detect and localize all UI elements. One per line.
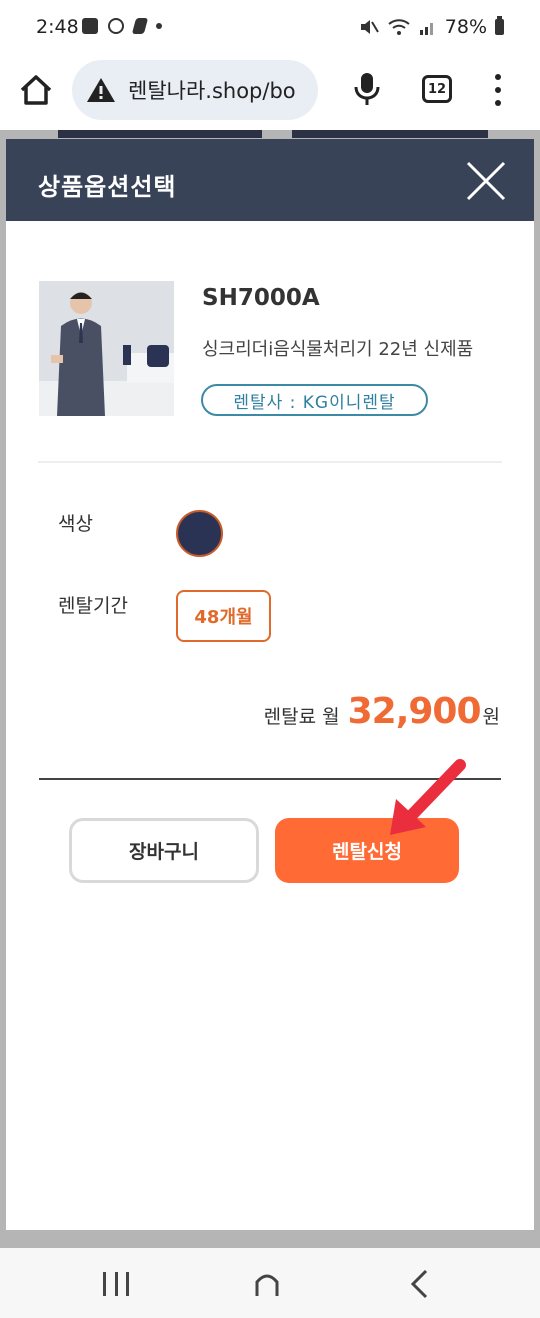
system-nav-bar <box>0 1248 540 1318</box>
back-icon[interactable] <box>404 1268 434 1300</box>
url-bar[interactable]: 렌탈나라.shop/bo <box>72 60 318 120</box>
status-right: 78% <box>359 16 504 38</box>
vendor-badge: 렌탈사 : KG이니렌탈 <box>201 384 428 416</box>
tab-switcher-button[interactable]: 12 <box>422 75 452 103</box>
option-select-modal: 상품옵션선택 SH7000A 싱크리더i음식물처리기 22년 신제품 렌탈사 :… <box>6 139 534 1230</box>
battery-percent: 78% <box>444 16 487 38</box>
product-name: SH7000A <box>202 285 320 311</box>
price-label: 렌탈료 월 <box>263 706 340 728</box>
b-app-icon <box>108 18 124 34</box>
more-menu-icon[interactable] <box>488 74 508 106</box>
battery-icon <box>495 16 504 35</box>
status-bar: 2:48 78% <box>0 0 540 56</box>
nav-home-icon[interactable] <box>253 1270 281 1298</box>
home-icon[interactable] <box>16 70 56 110</box>
product-description: 싱크리더i음식물처리기 22년 신제품 <box>202 339 474 360</box>
close-icon[interactable] <box>462 157 510 205</box>
period-option-button[interactable]: 48개월 <box>176 590 271 642</box>
product-thumbnail <box>39 281 174 416</box>
pen-icon <box>131 18 149 34</box>
period-option-label: 렌탈기간 <box>58 595 128 617</box>
background-image-strip <box>292 130 488 138</box>
background-image-strip <box>58 130 262 138</box>
mute-icon <box>360 20 379 34</box>
price-unit: 원 <box>482 706 500 728</box>
warning-icon[interactable] <box>86 76 116 104</box>
color-swatch-navy[interactable] <box>176 510 223 557</box>
signal-icon <box>419 23 433 35</box>
notification-icons <box>82 18 162 34</box>
browser-toolbar: 렌탈나라.shop/bo 12 <box>0 56 540 130</box>
microphone-icon[interactable] <box>352 71 382 107</box>
wifi-icon <box>388 19 410 35</box>
price-row: 렌탈료 월 32,900 원 <box>264 691 500 732</box>
arrow-annotation <box>390 759 466 835</box>
cart-button[interactable]: 장바구니 <box>69 818 259 883</box>
status-time: 2:48 <box>36 16 79 38</box>
modal-header: 상품옵션선택 <box>6 139 534 221</box>
price-amount: 32,900 <box>347 691 482 732</box>
modal-title: 상품옵션선택 <box>38 173 177 201</box>
image-icon <box>82 18 98 34</box>
dot-icon <box>156 23 162 29</box>
url-text[interactable]: 렌탈나라.shop/bo <box>128 75 296 105</box>
color-option-label: 색상 <box>58 513 93 535</box>
recent-apps-icon[interactable] <box>103 1272 129 1296</box>
divider <box>38 461 502 463</box>
